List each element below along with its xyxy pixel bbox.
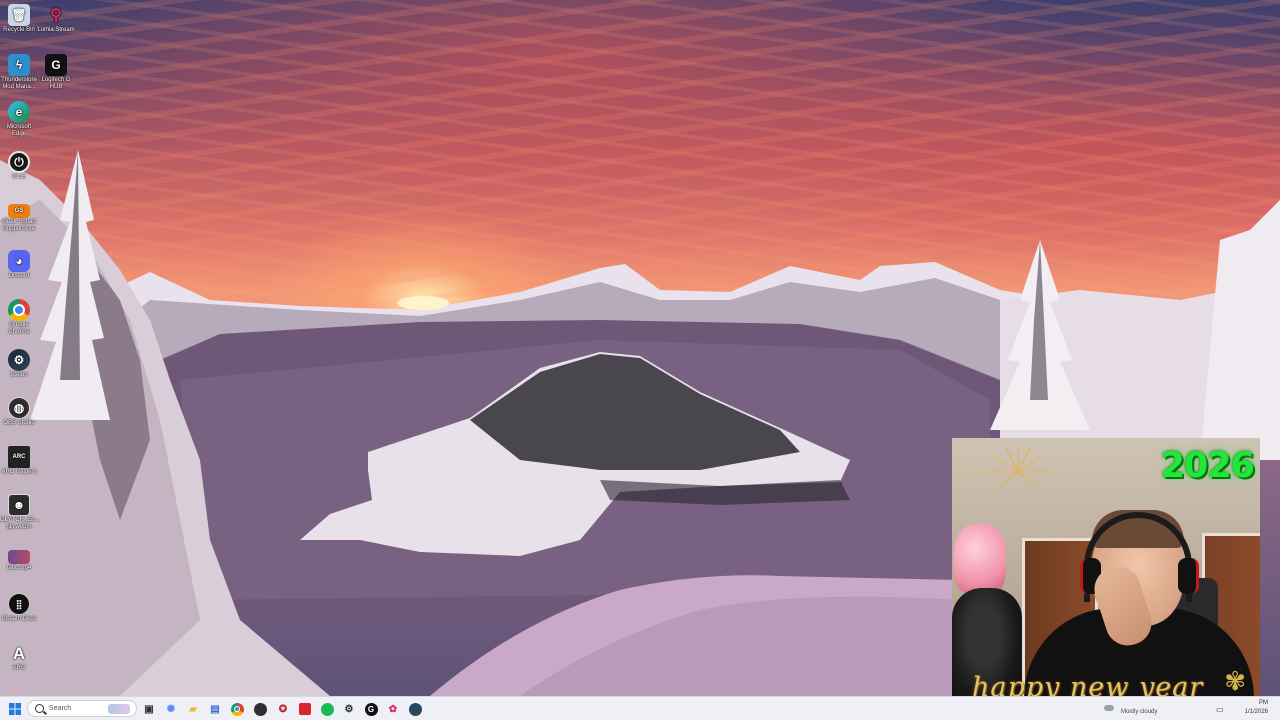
desktop-icon-obs-studio[interactable]: ◍ OBS Studio	[0, 397, 38, 427]
search-highlight-icon	[108, 704, 130, 714]
search-placeholder: Search	[49, 705, 72, 712]
chrome-icon	[8, 299, 30, 321]
desktop-icon-glytch-webm[interactable]: ☻ GLYTCH_En... (1).webm	[0, 494, 40, 531]
geek-squad-icon: GS	[8, 204, 30, 218]
desktop-icon-edge[interactable]: e Microsoft Edge	[0, 101, 38, 138]
desktop-icon-label: Microsoft Edge	[6, 124, 32, 137]
obs-icon[interactable]	[251, 700, 269, 718]
fireworks-decoration	[959, 446, 1050, 491]
desktop-icon-thunderstore[interactable]: ϟ Thunderstore Mod Mana...	[0, 54, 38, 91]
clock-date: 1/1/2026	[1244, 709, 1268, 715]
desktop-icon-label: Lumia Stream	[37, 27, 75, 33]
desktop-icon-stream-deck[interactable]: ⣿ Stream Deck	[0, 593, 38, 623]
windows-logo-icon	[9, 703, 21, 715]
desktop-icon-label: Logitech G HUB	[41, 77, 71, 90]
desktop-icon-label: Thunderstore Mod Mana...	[1, 77, 37, 90]
thunderstore-icon: ϟ	[8, 54, 30, 76]
desktop-icon-icue[interactable]: ⏻ iCUE	[0, 151, 38, 181]
icue-icon: ⏻	[8, 151, 30, 173]
webcam-overlay: 2026 happy new year ✾	[952, 438, 1260, 708]
desktop-icon-label: Google Chrome	[8, 322, 30, 335]
network-icon[interactable]: ▭	[1216, 697, 1226, 720]
chrome-icon[interactable]	[228, 700, 246, 718]
taskbar-search-box[interactable]: Search	[27, 700, 137, 717]
cloud-icon	[1104, 705, 1114, 711]
weather-widget[interactable]: Mostly cloudy	[1104, 697, 1174, 720]
desktop-icon-lumia-stream[interactable]: ⚲ Lumia Stream	[37, 4, 75, 34]
desktop-icon-label: Geek Squad Support.exe	[2, 219, 36, 232]
desktop-icon-logitech-g-hub[interactable]: G Logitech G HUB	[37, 54, 75, 91]
new-year-banner: 2026	[1160, 446, 1255, 486]
desktop-icon-arc-raiders[interactable]: ARC ARC Raiders	[0, 446, 38, 476]
video-file-icon: ☻	[8, 494, 30, 516]
desktop-icon-label: iCUE	[11, 174, 26, 180]
edge-icon: e	[8, 101, 30, 123]
desktop-icon-label: ARC Raiders	[1, 469, 37, 475]
desktop-icon-label: ARC	[12, 665, 26, 671]
copilot-icon[interactable]: ✺	[162, 700, 180, 718]
steam-icon: ⚙	[8, 349, 30, 371]
steam-icon[interactable]: ⚙	[340, 700, 358, 718]
desktop-icon-geek-squad[interactable]: GS Geek Squad Support.exe	[0, 200, 38, 233]
task-view-icon[interactable]: ▣	[140, 700, 158, 718]
arc-raiders-icon: ARC	[8, 446, 30, 468]
file-explorer-icon[interactable]: ▰	[184, 700, 202, 718]
logitech-g-icon[interactable]: G	[362, 700, 380, 718]
discord-icon: ◕	[8, 250, 30, 272]
system-clock[interactable]: PM 1/1/2026	[1236, 697, 1272, 720]
desktop-icon-label: Discord	[8, 273, 30, 279]
adobe-icon[interactable]	[296, 700, 314, 718]
headset-earcup	[1178, 558, 1199, 594]
desktop-icon-steam[interactable]: ⚙ Steam	[0, 349, 38, 379]
desktop-icon-label: GLYTCH_En... (1).webm	[0, 517, 40, 530]
desktop-icon-label: Recycle Bin	[3, 27, 35, 33]
obs-icon: ◍	[8, 397, 30, 419]
start-button[interactable]	[6, 700, 24, 718]
spotify-icon[interactable]	[318, 700, 336, 718]
game-launcher-icon[interactable]: ✪	[274, 700, 292, 718]
weather-text: Mostly cloudy	[1121, 709, 1158, 715]
microsoft-store-icon[interactable]: ▤	[206, 700, 224, 718]
desktop-icon-arc[interactable]: A ARC	[0, 642, 38, 672]
video-file-icon	[8, 550, 30, 564]
search-icon	[35, 704, 44, 713]
taskbar: Search ▣ ✺ ▰ ▤ ✪ ⚙ G ✿ Mostly cloudy ▭ P…	[0, 696, 1280, 720]
desktop-icon-recycle-bin[interactable]: 🗑 Recycle Bin	[0, 4, 38, 34]
webcam-plush-toy	[954, 524, 1006, 594]
recycle-bin-icon: 🗑	[8, 4, 30, 26]
leaf-icon: ✾	[1224, 666, 1246, 696]
steam-alt-icon[interactable]	[406, 700, 424, 718]
desktop-icon-discord[interactable]: ◕ Discord	[0, 250, 38, 280]
stream-deck-icon: ⣿	[8, 593, 30, 615]
logitech-g-icon: G	[45, 54, 67, 76]
desktop-icon-label: OBS Studio	[3, 420, 35, 426]
desktop-icon-chrome[interactable]: Google Chrome	[0, 299, 38, 336]
desktop-icon-label: tatic.mp4	[6, 565, 32, 571]
lumia-stream-icon: ⚲	[50, 6, 62, 24]
lumia-stream-icon[interactable]: ✿	[384, 700, 402, 718]
desktop-icon-label: Stream Deck	[1, 616, 37, 622]
clock-time: PM	[1259, 700, 1268, 706]
arc-browser-icon: A	[12, 643, 26, 663]
desktop-icon-static-mp4[interactable]: tatic.mp4	[0, 546, 38, 572]
desktop-icon-label: Steam	[10, 372, 28, 378]
